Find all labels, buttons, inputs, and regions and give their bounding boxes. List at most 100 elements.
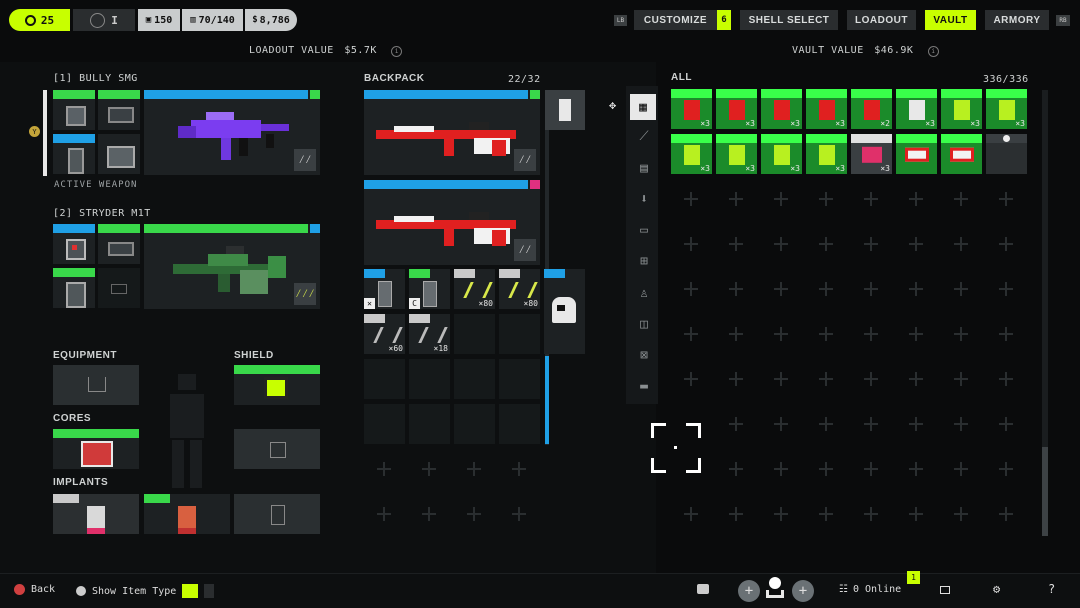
weapon1-slot[interactable]: ⁄⁄ [144,90,320,175]
locked-slot-marker [422,462,436,476]
tab-shell-select[interactable]: SHELL SELECT [740,10,838,30]
weapon1-mod-optic[interactable] [53,90,95,130]
shield-slot[interactable] [234,365,320,405]
backpack-empty-slot[interactable] [454,314,495,354]
item-quantity: ×3 [925,119,935,128]
tab-customize[interactable]: CUSTOMIZE [634,10,717,30]
implant-slot-1[interactable] [53,494,139,534]
level-badge[interactable]: 25 [9,9,70,31]
filter-weapons-icon[interactable]: ⟋ [634,126,654,146]
backpack-empty-slot[interactable] [454,404,495,444]
vault-item[interactable]: ×2 [851,89,892,129]
vault-item[interactable] [941,134,982,174]
online-status[interactable]: ☷ 0 Online [839,584,901,595]
filter-chips-icon[interactable]: ⊞ [634,251,654,271]
mail-icon[interactable] [940,586,950,594]
filter-ammo-icon[interactable]: ▤ [634,158,654,178]
backpack-equip-toggle[interactable] [545,90,585,130]
rank-badge[interactable]: I [73,9,135,31]
info-icon[interactable]: i [927,46,939,57]
backpack-label: BACKPACK [364,73,425,84]
cube-icon: ▣ [145,15,152,25]
weapon2-mod-empty[interactable] [98,268,140,308]
chat-icon[interactable] [697,584,709,594]
filter-cores-icon[interactable]: ◫ [634,314,654,334]
implant-slot-2[interactable] [144,494,230,534]
equipment-slot[interactable] [53,365,139,405]
empty-mod-icon [111,284,127,294]
backpack-empty-slot[interactable] [409,404,450,444]
backpack-empty-slot[interactable] [499,314,540,354]
tab-loadout[interactable]: LOADOUT [847,10,916,30]
vault-item[interactable]: ×3 [671,134,712,174]
core-slot-empty[interactable] [234,429,320,469]
player-avatar[interactable] [764,577,786,601]
weapon1-mod-magazine[interactable] [53,134,95,174]
vault-item[interactable]: ×3 [806,134,847,174]
locked-slot-marker [422,507,436,521]
filter-armor-icon[interactable]: ♙ [634,283,654,303]
help-icon[interactable]: ? [1048,582,1055,596]
tab-armory[interactable]: ARMORY [985,10,1049,30]
vault-item[interactable]: ×3 [941,89,982,129]
vault-item[interactable]: ×3 [851,134,892,174]
backpack-item[interactable]: ×60 [364,314,405,354]
show-item-type-hint[interactable]: Show Item Type [76,584,215,598]
vault-item[interactable]: ×3 [806,89,847,129]
vault-item[interactable]: ×3 [896,89,937,129]
weapon2-mod-barrel[interactable] [98,224,140,264]
backpack-item[interactable]: ✕ [364,269,405,309]
vault-item[interactable]: ×3 [671,89,712,129]
backpack-item[interactable]: ×80 [454,269,495,309]
weapon2-title: [2] STRYDER M1T [53,208,151,219]
backpack-empty-slot[interactable] [409,359,450,399]
weapon2-mod-optic[interactable] [53,224,95,264]
backpack-empty-slot[interactable] [499,359,540,399]
party-add-left-button[interactable]: + [738,580,760,602]
backpack-weapon-1[interactable]: ⁄⁄ [364,90,540,175]
filter-keys-icon[interactable]: ▬ [634,376,654,396]
loadout-value-amount: $5.7K [344,45,377,56]
vault-item[interactable] [896,134,937,174]
weapon1-status: ACTIVE WEAPON [54,180,138,190]
weapon2-mod-magazine[interactable] [53,268,95,308]
vault-item[interactable]: ×3 [716,89,757,129]
vault-scrollbar[interactable] [1042,90,1048,536]
red-white-rifle-image [376,212,516,246]
implant-slot-empty[interactable] [234,494,320,534]
backpack-empty-slot[interactable] [499,404,540,444]
back-hint[interactable]: Back [14,584,55,595]
x-mark-icon: ✕ [364,298,375,309]
backpack-scroll-thumb[interactable] [545,356,549,444]
backpack-item[interactable] [544,269,585,354]
weapon1-mod-barrel[interactable] [98,90,140,130]
settings-gear-icon[interactable]: ⚙ [993,582,1000,596]
filter-all-icon[interactable]: ▦ [630,94,656,120]
filter-consumables-icon[interactable]: ⊠ [634,345,654,365]
backpack-empty-slot[interactable] [454,359,495,399]
shield-label: SHIELD [234,350,274,361]
filter-mods-icon[interactable]: ▭ [634,220,654,240]
party-add-right-button[interactable]: + [792,580,814,602]
weapon2-slot[interactable]: ⁄⁄⁄ [144,224,320,309]
vault-scroll-thumb[interactable] [1042,447,1048,536]
backpack-item[interactable]: C [409,269,450,309]
tab-vault[interactable]: VAULT [925,10,976,30]
vault-item[interactable]: ×3 [986,89,1027,129]
item-type-toggle-icon[interactable] [182,584,199,598]
vault-item[interactable] [986,134,1027,174]
backpack-item[interactable]: ×18 [409,314,450,354]
vault-item[interactable]: ×3 [761,89,802,129]
vault-item[interactable]: ×3 [761,134,802,174]
backpack-weapon-2[interactable]: ⁄⁄ [364,180,540,265]
backpack-empty-slot[interactable] [364,359,405,399]
filter-loot-icon[interactable]: ⬇ [634,189,654,209]
info-icon[interactable]: i [391,46,403,57]
info-badge-icon [1003,135,1010,142]
capacity-value: 70/140 [198,14,235,26]
backpack-empty-slot[interactable] [364,404,405,444]
vault-item[interactable]: ×3 [716,134,757,174]
weapon1-mod-stock[interactable] [98,134,140,174]
backpack-item[interactable]: ×80 [499,269,540,309]
core-slot[interactable] [53,429,139,469]
